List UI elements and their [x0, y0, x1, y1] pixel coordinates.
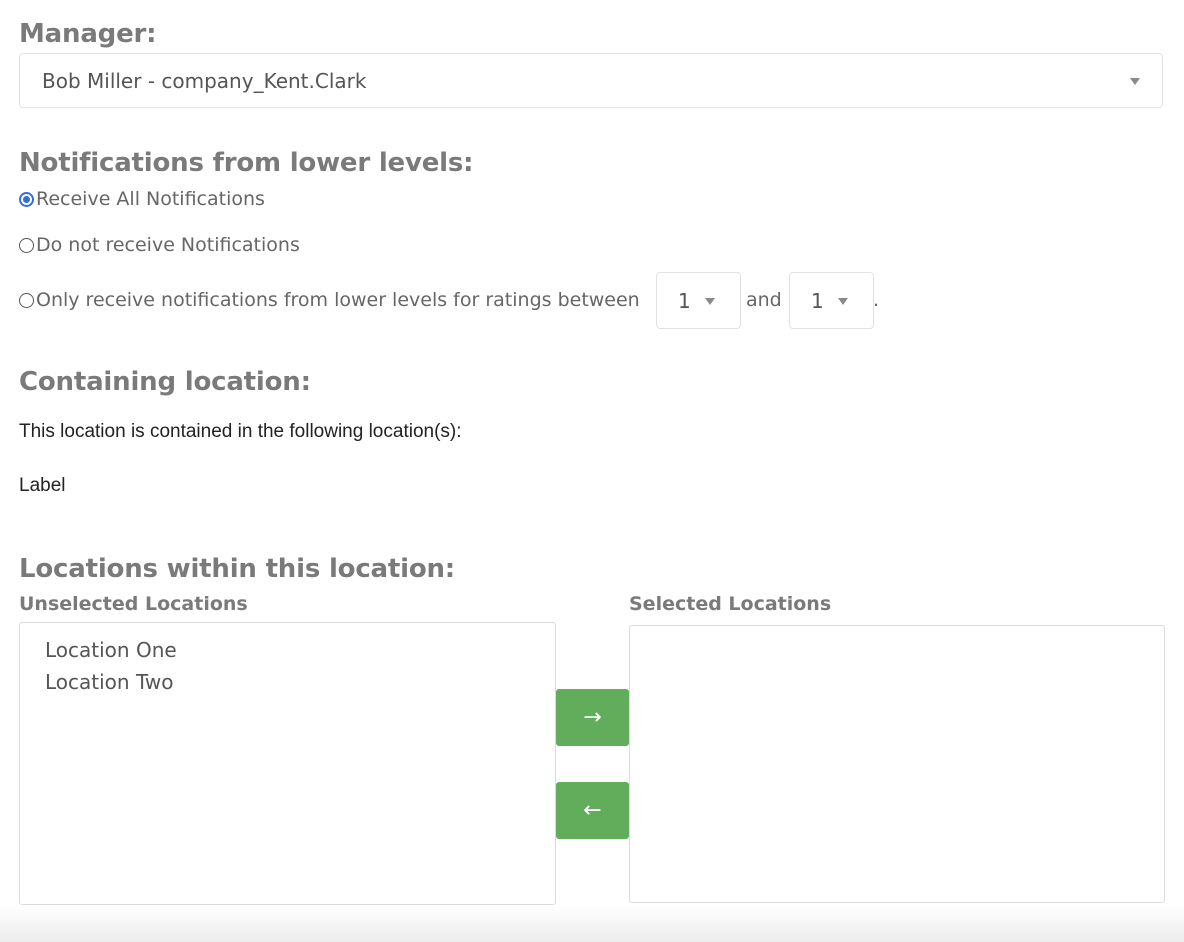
radio-button-do-not-receive[interactable]	[19, 237, 34, 253]
notifications-heading: Notifications from lower levels:	[19, 148, 474, 178]
containing-description: This location is contained in the follow…	[19, 421, 462, 442]
containing-label: Label	[19, 475, 66, 496]
radio-button-ratings-between[interactable]	[19, 292, 34, 308]
move-right-button[interactable]: →	[556, 689, 629, 746]
rating-from-value: 1	[678, 289, 691, 313]
within-heading: Locations within this location:	[19, 554, 455, 584]
unselected-locations-label: Unselected Locations	[19, 593, 248, 615]
manager-select[interactable]: Bob Miller - company_Kent.Clark	[19, 53, 1163, 108]
period-text: .	[873, 289, 880, 311]
unselected-locations-list[interactable]: Location One Location Two	[19, 622, 556, 905]
list-item[interactable]: Location One	[45, 638, 177, 662]
manager-heading: Manager:	[19, 19, 157, 49]
rating-to-value: 1	[811, 289, 824, 313]
containing-heading: Containing location:	[19, 367, 311, 397]
and-text: and	[746, 289, 782, 311]
caret-down-icon	[1130, 78, 1140, 85]
radio-label-receive-all: Receive All Notifications	[36, 188, 265, 210]
caret-down-icon	[705, 298, 715, 305]
list-item[interactable]: Location Two	[45, 670, 173, 694]
radio-option-ratings-between[interactable]: Only receive notifications from lower le…	[19, 289, 640, 311]
move-left-button[interactable]: ←	[556, 782, 629, 839]
radio-option-do-not-receive[interactable]: Do not receive Notifications	[19, 234, 300, 256]
radio-label-do-not-receive: Do not receive Notifications	[36, 234, 300, 256]
rating-from-select[interactable]: 1	[656, 272, 741, 329]
arrow-right-icon: →	[583, 705, 602, 730]
radio-label-ratings-between: Only receive notifications from lower le…	[36, 289, 640, 311]
caret-down-icon	[838, 298, 848, 305]
rating-to-select[interactable]: 1	[789, 272, 874, 329]
radio-option-receive-all[interactable]: Receive All Notifications	[19, 188, 265, 210]
page-bottom-shade	[0, 905, 1184, 942]
manager-select-value: Bob Miller - company_Kent.Clark	[42, 69, 367, 93]
selected-locations-list[interactable]	[629, 625, 1165, 903]
radio-button-receive-all[interactable]	[19, 191, 34, 207]
arrow-left-icon: ←	[583, 798, 602, 823]
selected-locations-label: Selected Locations	[629, 593, 832, 615]
